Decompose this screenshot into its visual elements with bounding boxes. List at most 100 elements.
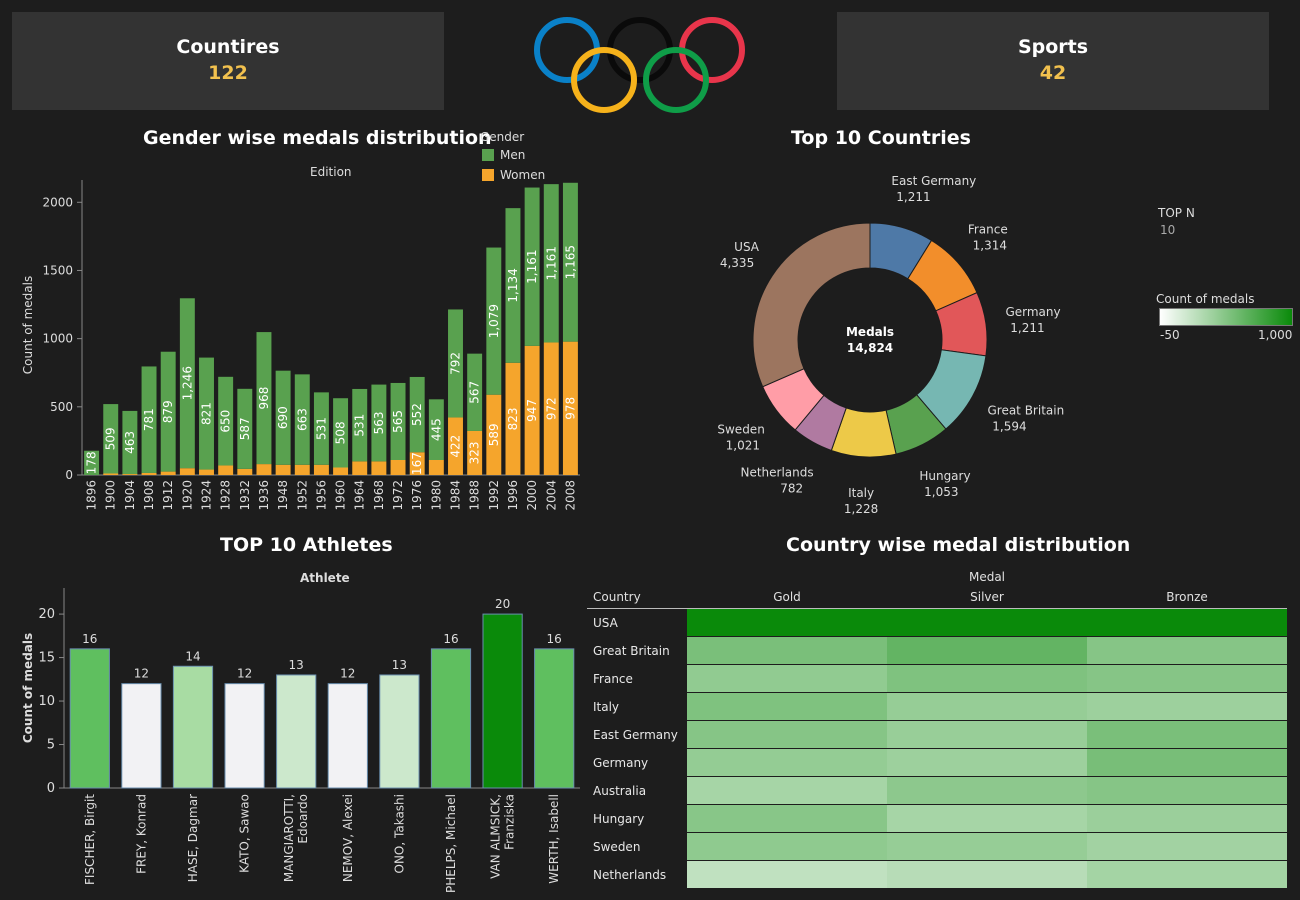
gender-men-value-label: 531 — [353, 414, 367, 437]
gender-x-tick-label: 1992 — [487, 480, 501, 511]
athlete-name-label: HASE, Dagmar — [186, 794, 200, 882]
heatmap-row: Netherlands — [587, 861, 1287, 889]
heatmap-row-label: Germany — [593, 756, 649, 770]
gender-x-tick-label: 1896 — [85, 480, 99, 511]
heatmap-row-label: Sweden — [593, 840, 641, 854]
athlete-name-label: Edoardo — [296, 794, 310, 844]
country-medal-heatmap: Medal Country Gold Silver Bronze USA Great … — [587, 570, 1287, 889]
gender-men-value-label: 509 — [104, 427, 118, 450]
athlete-value-label: 16 — [82, 632, 97, 646]
gender-men-value-label: 587 — [238, 417, 252, 440]
heatmap-row-label: France — [593, 672, 633, 686]
athlete-bar — [534, 648, 575, 789]
top-n-value[interactable]: 10 — [1160, 223, 1175, 237]
donut-center-value: 14,824 — [847, 341, 893, 355]
gender-men-value-label: 565 — [391, 410, 405, 433]
gender-x-tick-label: 1932 — [238, 480, 252, 511]
gender-men-value-label: 663 — [295, 408, 309, 431]
gender-x-tick-label: 1960 — [334, 480, 348, 511]
heatmap-row-label: USA — [593, 616, 618, 630]
color-legend-max: 1,000 — [1258, 328, 1293, 342]
gender-men-value-label: 563 — [372, 412, 386, 435]
donut-slice-label: Great Britain — [987, 403, 1064, 417]
donut-slice-label: USA — [734, 240, 760, 254]
donut-slice-value: 1,053 — [924, 485, 958, 499]
color-legend-title: Count of medals — [1156, 292, 1255, 306]
gender-x-tick-label: 1920 — [180, 480, 194, 511]
heatmap-header-row: Country Gold Silver Bronze — [587, 590, 1287, 609]
donut-slice-value: 1,021 — [726, 438, 760, 452]
heatmap-cell — [687, 693, 887, 720]
athlete-bar — [482, 613, 523, 789]
athlete-y-axis-label: Count of medals — [21, 633, 35, 743]
heatmap-cell — [1087, 609, 1287, 636]
athlete-name-label: PHELPS, Michael — [444, 794, 458, 893]
gender-x-tick-label: 1976 — [410, 480, 424, 511]
heatmap-row-label: Netherlands — [593, 868, 667, 882]
sports-kpi-card: Sports 42 — [837, 12, 1269, 110]
athlete-name-label: WERTH, Isabell — [547, 794, 561, 884]
gender-y-tick-label: 2000 — [42, 195, 73, 209]
donut-slice-value: 1,228 — [844, 502, 878, 515]
gender-women-value-label: 823 — [506, 407, 520, 430]
heatmap-cell — [687, 749, 887, 776]
athlete-bar — [69, 648, 110, 789]
color-legend-gradient — [1159, 308, 1293, 326]
donut-slice-label: Netherlands — [740, 465, 813, 479]
gender-x-tick-label: 1948 — [276, 480, 290, 511]
athlete-bar — [327, 683, 368, 789]
heatmap-body: USA Great Britain France Italy East Germany G… — [587, 609, 1287, 889]
gender-bar-women — [333, 467, 349, 475]
athlete-name-label: KATO, Sawao — [238, 794, 252, 873]
gender-x-tick-label: 1952 — [295, 480, 309, 511]
athlete-bar — [121, 683, 162, 789]
heatmap-cell — [1087, 665, 1287, 692]
gender-men-value-label: 508 — [334, 421, 348, 444]
gender-men-value-label: 1,161 — [544, 246, 558, 280]
gender-women-value-label: 947 — [525, 399, 539, 422]
athlete-y-tick-label: 10 — [38, 694, 55, 709]
gender-x-tick-label: 1904 — [123, 480, 137, 511]
heatmap-row-label: Hungary — [593, 812, 645, 826]
top-athletes-bar-chart: 05101520Count of medals 16FISCHER, Birgit… — [21, 588, 580, 893]
color-legend-min: -50 — [1160, 328, 1180, 342]
heatmap-row: Great Britain — [587, 637, 1287, 665]
sports-kpi-value: 42 — [1039, 62, 1067, 84]
gender-bar-women — [141, 472, 157, 475]
gender-men-value-label: 781 — [142, 408, 156, 431]
gender-x-tick-label: 1980 — [429, 480, 443, 511]
donut-slice — [752, 222, 871, 388]
donut-slice-label: Italy — [848, 486, 874, 500]
gender-men-value-label: 567 — [468, 381, 482, 404]
heatmap-cell — [1087, 777, 1287, 804]
heatmap-cell — [887, 721, 1087, 748]
heatmap-cell — [687, 665, 887, 692]
heatmap-cell — [687, 777, 887, 804]
athlete-name-label: NEMOV, Alexei — [341, 794, 355, 882]
heatmap-cell — [1087, 861, 1287, 888]
gender-women-value-label: 978 — [563, 397, 577, 420]
gender-bar-women — [294, 464, 310, 475]
gender-women-value-label: 323 — [468, 442, 482, 465]
heatmap-cell — [887, 693, 1087, 720]
gender-men-value-label: 792 — [449, 352, 463, 375]
gender-men-value-label: 552 — [410, 403, 424, 426]
gender-y-tick-label: 1000 — [42, 332, 73, 346]
athlete-y-tick-label: 0 — [47, 781, 55, 796]
gender-x-tick-label: 1988 — [468, 480, 482, 511]
heatmap-cell — [887, 861, 1087, 888]
gender-x-tick-label: 1908 — [142, 480, 156, 511]
gender-x-tick-label: 1964 — [353, 480, 367, 511]
athlete-value-label: 13 — [289, 658, 304, 672]
heatmap-cell — [887, 777, 1087, 804]
olympic-ring — [571, 47, 637, 113]
gender-bar-women — [313, 464, 329, 475]
donut-slice-value: 1,211 — [1010, 321, 1044, 335]
top-countries-donut-chart: East Germany 1,211 France 1,314 Germany 1,211… — [717, 174, 1064, 515]
sports-kpi-label: Sports — [1017, 36, 1089, 58]
heatmap-country-header: Country — [593, 590, 641, 604]
donut-slice-value: 4,335 — [720, 256, 754, 270]
donut-slice-value: 1,594 — [992, 419, 1026, 433]
heatmap-row-label: Great Britain — [593, 644, 670, 658]
donut-slice-label: France — [968, 223, 1008, 237]
